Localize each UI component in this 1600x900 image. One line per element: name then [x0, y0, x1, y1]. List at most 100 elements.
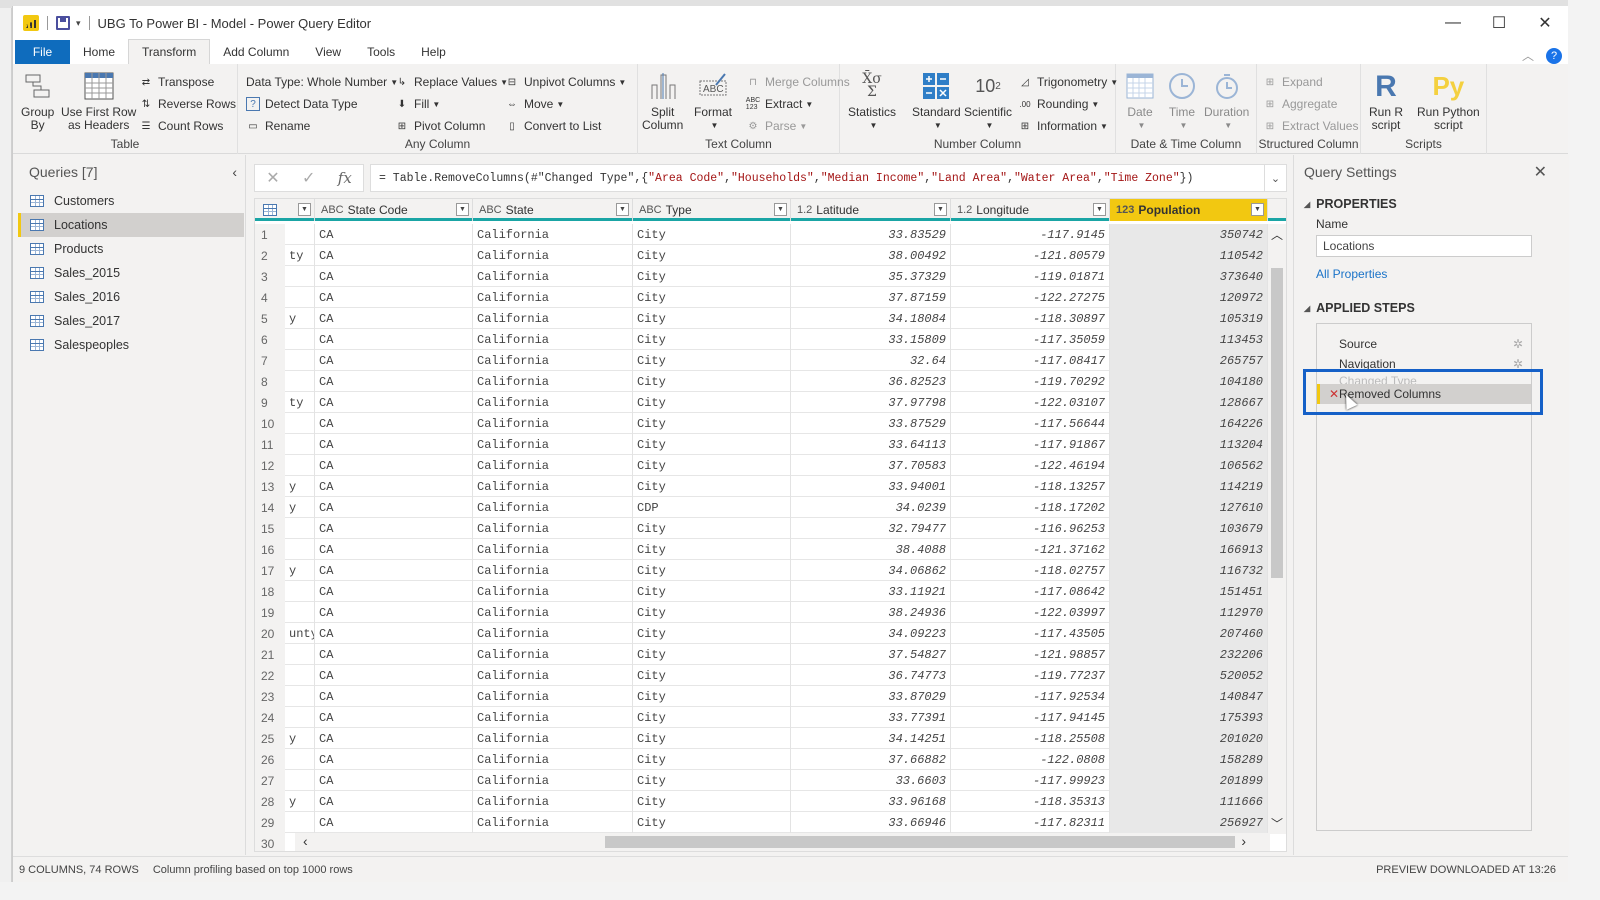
table-cell[interactable]: City — [633, 350, 791, 371]
table-cell[interactable]: City — [633, 308, 791, 329]
table-cell[interactable]: -117.82311 — [951, 812, 1110, 833]
row-number[interactable]: 9 — [255, 392, 285, 413]
table-cell[interactable]: CA — [315, 602, 473, 623]
query-item-salespeoples[interactable]: Salespeoples — [18, 333, 244, 357]
table-cell[interactable] — [285, 518, 315, 539]
maximize-button[interactable]: ☐ — [1476, 6, 1522, 40]
table-cell[interactable]: -117.92534 — [951, 686, 1110, 707]
extract-values-button[interactable]: ⊞ Extract Values — [1263, 116, 1359, 136]
row-number[interactable]: 29 — [255, 812, 285, 833]
table-cell[interactable] — [285, 434, 315, 455]
table-cell[interactable]: 113204 — [1110, 434, 1268, 455]
group-by-button[interactable]: Group By — [21, 70, 54, 132]
table-cell[interactable] — [285, 371, 315, 392]
table-cell[interactable]: California — [473, 623, 633, 644]
rounding-button[interactable]: .00 Rounding ▼ — [1018, 94, 1099, 114]
table-cell[interactable]: CA — [315, 413, 473, 434]
row-number[interactable]: 14 — [255, 497, 285, 518]
table-cell[interactable]: -118.13257 — [951, 476, 1110, 497]
table-cell[interactable]: 520052 — [1110, 665, 1268, 686]
table-cell[interactable]: y — [285, 308, 315, 329]
table-cell[interactable]: 38.00492 — [791, 245, 951, 266]
table-cell[interactable] — [285, 644, 315, 665]
query-name-input[interactable]: Locations — [1316, 235, 1532, 257]
table-cell[interactable]: 116732 — [1110, 560, 1268, 581]
table-cell[interactable]: City — [633, 812, 791, 833]
table-cell[interactable]: California — [473, 581, 633, 602]
table-cell[interactable] — [285, 329, 315, 350]
table-cell[interactable]: y — [285, 728, 315, 749]
query-item-sales-2016[interactable]: Sales_2016 — [18, 285, 244, 309]
table-cell[interactable]: 37.97798 — [791, 392, 951, 413]
scroll-left-icon[interactable]: ‹ — [303, 833, 308, 849]
table-cell[interactable]: CA — [315, 644, 473, 665]
scroll-up-icon[interactable]: ︿ — [1271, 226, 1283, 243]
table-cell[interactable]: 34.09223 — [791, 623, 951, 644]
table-cell[interactable]: California — [473, 707, 633, 728]
row-number[interactable]: 12 — [255, 455, 285, 476]
commit-formula-icon[interactable]: ✓ — [302, 168, 315, 188]
table-cell[interactable]: y — [285, 476, 315, 497]
table-cell[interactable]: ty — [285, 245, 315, 266]
step-settings-gear-icon[interactable]: ✲ — [1513, 337, 1523, 351]
tab-file[interactable]: File — [15, 40, 70, 64]
column-filter-dropdown-icon[interactable]: ▼ — [298, 203, 311, 216]
table-cell[interactable]: -117.91867 — [951, 434, 1110, 455]
column-header-state-code[interactable]: ABC State Code ▼ — [315, 199, 473, 221]
table-cell[interactable]: CA — [315, 539, 473, 560]
table-cell[interactable]: -118.25508 — [951, 728, 1110, 749]
query-item-products[interactable]: Products — [18, 237, 244, 261]
table-cell[interactable]: 106562 — [1110, 455, 1268, 476]
data-type-dropdown[interactable]: Data Type: Whole Number ▼ — [246, 72, 398, 92]
row-number[interactable]: 3 — [255, 266, 285, 287]
table-cell[interactable]: CA — [315, 812, 473, 833]
table-cell[interactable]: 33.83529 — [791, 224, 951, 245]
table-cell[interactable]: 38.4088 — [791, 539, 951, 560]
table-cell[interactable]: 37.54827 — [791, 644, 951, 665]
table-cell[interactable]: 34.18084 — [791, 308, 951, 329]
table-cell[interactable]: City — [633, 644, 791, 665]
table-cell[interactable] — [285, 455, 315, 476]
table-cell[interactable]: CA — [315, 707, 473, 728]
table-cell[interactable]: California — [473, 224, 633, 245]
table-cell[interactable]: 112970 — [1110, 602, 1268, 623]
table-cell[interactable]: City — [633, 392, 791, 413]
column-header-type[interactable]: ABC Type ▼ — [633, 199, 791, 221]
table-cell[interactable]: -121.80579 — [951, 245, 1110, 266]
count-rows-button[interactable]: ☰ Count Rows — [139, 116, 224, 136]
table-cell[interactable]: 35.37329 — [791, 266, 951, 287]
horizontal-scrollbar[interactable]: ‹ › — [295, 833, 1270, 851]
column-type-icon[interactable]: ABC — [321, 204, 344, 216]
column-type-icon[interactable]: 123 — [1116, 204, 1134, 216]
table-cell[interactable]: California — [473, 791, 633, 812]
table-cell[interactable]: CA — [315, 770, 473, 791]
table-cell[interactable]: 113453 — [1110, 329, 1268, 350]
table-cell[interactable]: 33.87029 — [791, 686, 951, 707]
run-r-script-button[interactable]: R Run R script — [1369, 70, 1403, 132]
row-number[interactable]: 8 — [255, 371, 285, 392]
row-number[interactable]: 10 — [255, 413, 285, 434]
table-cell[interactable]: CDP — [633, 497, 791, 518]
table-cell[interactable]: 120972 — [1110, 287, 1268, 308]
table-cell[interactable]: 373640 — [1110, 266, 1268, 287]
extract-button[interactable]: ABC 123 Extract ▼ — [746, 94, 813, 114]
close-button[interactable]: ✕ — [1522, 6, 1568, 40]
table-cell[interactable]: 140847 — [1110, 686, 1268, 707]
row-number[interactable]: 13 — [255, 476, 285, 497]
table-cell[interactable]: City — [633, 518, 791, 539]
table-cell[interactable]: 32.79477 — [791, 518, 951, 539]
table-cell[interactable]: CA — [315, 371, 473, 392]
applied-steps-section[interactable]: ◢ APPLIED STEPS — [1304, 301, 1569, 315]
pivot-column-button[interactable]: ⊞ Pivot Column — [395, 116, 486, 136]
split-column-button[interactable]: Split Column — [642, 70, 683, 132]
row-number[interactable]: 18 — [255, 581, 285, 602]
table-cell[interactable] — [285, 413, 315, 434]
table-cell[interactable]: -117.35059 — [951, 329, 1110, 350]
tab-tools[interactable]: Tools — [354, 40, 408, 64]
help-icon[interactable]: ? — [1546, 47, 1562, 64]
table-cell[interactable]: 33.15809 — [791, 329, 951, 350]
table-cell[interactable]: California — [473, 749, 633, 770]
table-cell[interactable]: CA — [315, 287, 473, 308]
minimize-button[interactable]: — — [1430, 6, 1476, 40]
table-cell[interactable] — [285, 539, 315, 560]
